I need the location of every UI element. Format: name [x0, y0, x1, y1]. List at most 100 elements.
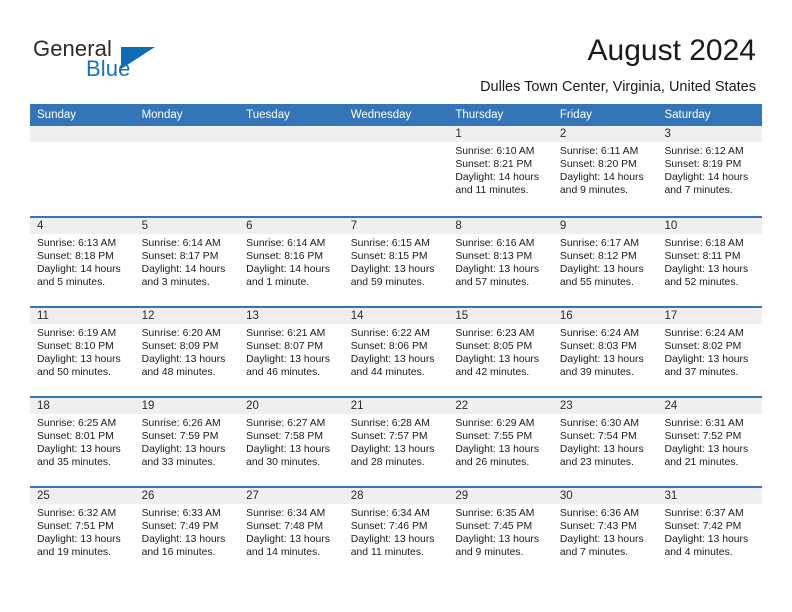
day-number: 30 [552, 488, 658, 504]
calendar-day-cell[interactable]: 14 Sunrise: 6:22 AM Sunset: 8:06 PM Dayligh… [343, 308, 449, 396]
calendar-day-cell[interactable]: 16 Sunrise: 6:24 AM Sunset: 8:03 PM Dayligh… [552, 308, 658, 396]
calendar-day-cell[interactable]: 31 Sunrise: 6:37 AM Sunset: 7:42 PM Dayligh… [657, 488, 763, 576]
weekday-header-row: Sunday Monday Tuesday Wednesday Thursday Frid… [30, 104, 762, 126]
calendar-week-row: 4 Sunrise: 6:13 AM Sunset: 8:18 PM Daylight… [30, 216, 763, 306]
calendar-day-cell[interactable]: 12 Sunrise: 6:20 AM Sunset: 8:09 PM Dayligh… [134, 308, 240, 396]
calendar-day-cell[interactable]: 9 Sunrise: 6:17 AM Sunset: 8:12 PM Daylight… [552, 218, 658, 306]
day-number: 19 [134, 398, 240, 414]
sunrise-text: Sunrise: 6:20 AM [141, 328, 221, 339]
sunset-text: Sunset: 8:21 PM [455, 159, 533, 171]
weekday-header-wednesday: Wednesday [350, 109, 412, 121]
day-number: 24 [657, 398, 763, 414]
daylight-text: Daylight: 13 hours and 46 minutes. [246, 354, 330, 379]
daylight-text: Daylight: 14 hours and 5 minutes. [37, 264, 121, 289]
calendar-day-cell[interactable]: 6 Sunrise: 6:14 AM Sunset: 8:16 PM Daylight… [239, 218, 344, 306]
day-sun-info: Sunrise: 6:14 AM Sunset: 8:17 PM Daylight:… [135, 234, 240, 289]
day-sun-info: Sunrise: 6:20 AM Sunset: 8:09 PM Daylight:… [135, 324, 240, 379]
daylight-text: Daylight: 13 hours and 16 minutes. [141, 534, 226, 559]
calendar-day-cell[interactable]: 20 Sunrise: 6:27 AM Sunset: 7:58 PM Dayligh… [239, 398, 344, 486]
calendar-day-cell[interactable]: 4 Sunrise: 6:13 AM Sunset: 8:18 PM Daylight… [30, 218, 135, 306]
sunrise-text: Sunrise: 6:17 AM [559, 238, 640, 249]
daylight-text: Daylight: 13 hours and 57 minutes. [455, 264, 540, 289]
sunset-text: Sunset: 7:46 PM [350, 521, 428, 533]
daylight-text: Daylight: 13 hours and 44 minutes. [350, 354, 435, 379]
daylight-text: Daylight: 13 hours and 55 minutes. [559, 264, 644, 289]
day-number: 26 [134, 488, 240, 504]
daylight-text: Daylight: 14 hours and 3 minutes. [141, 264, 226, 289]
daylight-text: Daylight: 13 hours and 7 minutes. [559, 534, 644, 559]
calendar-day-cell[interactable]: 21 Sunrise: 6:28 AM Sunset: 7:57 PM Dayligh… [343, 398, 449, 486]
calendar-day-cell[interactable]: 27 Sunrise: 6:34 AM Sunset: 7:48 PM Dayligh… [239, 488, 344, 576]
day-sun-info: Sunrise: 6:19 AM Sunset: 8:10 PM Daylight:… [30, 324, 135, 379]
day-number [343, 126, 449, 142]
day-number: 20 [239, 398, 344, 414]
sunset-text: Sunset: 8:18 PM [37, 251, 114, 263]
day-number: 16 [552, 308, 658, 324]
weekday-header-friday: Friday [559, 109, 592, 121]
daylight-text: Daylight: 13 hours and 9 minutes. [455, 534, 540, 559]
calendar-day-cell[interactable]: 30 Sunrise: 6:36 AM Sunset: 7:43 PM Dayligh… [552, 488, 658, 576]
calendar-day-cell[interactable]: 8 Sunrise: 6:16 AM Sunset: 8:13 PM Daylight… [448, 218, 553, 306]
day-number: 22 [448, 398, 553, 414]
calendar-day-cell[interactable]: 11 Sunrise: 6:19 AM Sunset: 8:10 PM Dayligh… [30, 308, 135, 396]
calendar-day-cell[interactable]: 23 Sunrise: 6:30 AM Sunset: 7:54 PM Dayligh… [552, 398, 658, 486]
calendar-day-cell[interactable]: 24 Sunrise: 6:31 AM Sunset: 7:52 PM Dayligh… [657, 398, 763, 486]
sunrise-text: Sunrise: 6:33 AM [141, 508, 221, 519]
daylight-text: Daylight: 13 hours and 42 minutes. [455, 354, 540, 379]
day-sun-info: Sunrise: 6:22 AM Sunset: 8:06 PM Daylight:… [344, 324, 449, 379]
day-sun-info: Sunrise: 6:13 AM Sunset: 8:18 PM Daylight:… [30, 234, 135, 289]
sunset-text: Sunset: 8:09 PM [141, 341, 219, 353]
calendar-day-cell-empty [30, 126, 135, 216]
calendar-day-cell[interactable]: 13 Sunrise: 6:21 AM Sunset: 8:07 PM Dayligh… [239, 308, 344, 396]
daylight-text: Daylight: 13 hours and 35 minutes. [37, 444, 121, 469]
calendar-day-cell[interactable]: 17 Sunrise: 6:24 AM Sunset: 8:02 PM Dayligh… [657, 308, 763, 396]
calendar-day-cell[interactable]: 1 Sunrise: 6:10 AM Sunset: 8:21 PM Daylight… [448, 126, 553, 216]
calendar-grid: Sunday Monday Tuesday Wednesday Thursday Frid… [30, 104, 763, 576]
sunrise-text: Sunrise: 6:19 AM [37, 328, 117, 339]
day-sun-info: Sunrise: 6:15 AM Sunset: 8:15 PM Daylight:… [344, 234, 449, 289]
sunset-text: Sunset: 7:59 PM [141, 431, 219, 443]
sunset-text: Sunset: 7:51 PM [37, 521, 114, 533]
sunrise-text: Sunrise: 6:21 AM [246, 328, 326, 339]
daylight-text: Daylight: 13 hours and 21 minutes. [664, 444, 749, 469]
sunrise-text: Sunrise: 6:27 AM [246, 418, 326, 429]
sunrise-text: Sunrise: 6:23 AM [455, 328, 535, 339]
calendar-day-cell[interactable]: 29 Sunrise: 6:35 AM Sunset: 7:45 PM Dayligh… [448, 488, 553, 576]
general-blue-logo[interactable]: General Blue [33, 37, 233, 87]
day-number: 21 [343, 398, 449, 414]
calendar-day-cell[interactable]: 5 Sunrise: 6:14 AM Sunset: 8:17 PM Daylight… [134, 218, 240, 306]
calendar-week-row: 11 Sunrise: 6:19 AM Sunset: 8:10 PM Dayligh… [30, 306, 763, 396]
day-number: 14 [343, 308, 449, 324]
day-sun-info: Sunrise: 6:35 AM Sunset: 7:45 PM Daylight:… [448, 504, 553, 559]
calendar-page: General Blue August 2024 Dulles Town Cen… [0, 0, 792, 612]
sunset-text: Sunset: 8:01 PM [37, 431, 114, 443]
sunset-text: Sunset: 8:02 PM [664, 341, 742, 353]
calendar-day-cell[interactable]: 19 Sunrise: 6:26 AM Sunset: 7:59 PM Dayligh… [134, 398, 240, 486]
calendar-day-cell[interactable]: 18 Sunrise: 6:25 AM Sunset: 8:01 PM Dayligh… [30, 398, 135, 486]
sunrise-text: Sunrise: 6:26 AM [141, 418, 221, 429]
day-sun-info: Sunrise: 6:14 AM Sunset: 8:16 PM Daylight:… [239, 234, 344, 289]
sunrise-text: Sunrise: 6:31 AM [664, 418, 744, 429]
calendar-day-cell-empty [134, 126, 240, 216]
sunset-text: Sunset: 8:05 PM [455, 341, 533, 353]
calendar-day-cell[interactable]: 22 Sunrise: 6:29 AM Sunset: 7:55 PM Dayligh… [448, 398, 553, 486]
sunset-text: Sunset: 8:20 PM [559, 159, 637, 171]
calendar-day-cell[interactable]: 25 Sunrise: 6:32 AM Sunset: 7:51 PM Dayligh… [30, 488, 135, 576]
day-sun-info: Sunrise: 6:34 AM Sunset: 7:48 PM Daylight:… [239, 504, 344, 559]
calendar-day-cell[interactable]: 26 Sunrise: 6:33 AM Sunset: 7:49 PM Dayligh… [134, 488, 240, 576]
day-sun-info: Sunrise: 6:30 AM Sunset: 7:54 PM Daylight:… [553, 414, 658, 469]
calendar-day-cell[interactable]: 3 Sunrise: 6:12 AM Sunset: 8:19 PM Daylight… [657, 126, 763, 216]
sunset-text: Sunset: 8:10 PM [37, 341, 114, 353]
calendar-day-cell[interactable]: 7 Sunrise: 6:15 AM Sunset: 8:15 PM Daylight… [343, 218, 449, 306]
page-title: August 2024 [587, 34, 756, 67]
day-number [239, 126, 344, 142]
weekday-header-saturday: Saturday [664, 109, 711, 121]
day-number: 25 [30, 488, 135, 504]
sunset-text: Sunset: 7:58 PM [246, 431, 323, 443]
daylight-text: Daylight: 14 hours and 7 minutes. [664, 172, 749, 197]
calendar-day-cell[interactable]: 2 Sunrise: 6:11 AM Sunset: 8:20 PM Daylight… [552, 126, 658, 216]
calendar-week-row: 18 Sunrise: 6:25 AM Sunset: 8:01 PM Dayligh… [30, 396, 763, 486]
calendar-day-cell[interactable]: 28 Sunrise: 6:34 AM Sunset: 7:46 PM Dayligh… [343, 488, 449, 576]
calendar-day-cell[interactable]: 10 Sunrise: 6:18 AM Sunset: 8:11 PM Dayligh… [657, 218, 763, 306]
calendar-day-cell[interactable]: 15 Sunrise: 6:23 AM Sunset: 8:05 PM Dayligh… [448, 308, 553, 396]
